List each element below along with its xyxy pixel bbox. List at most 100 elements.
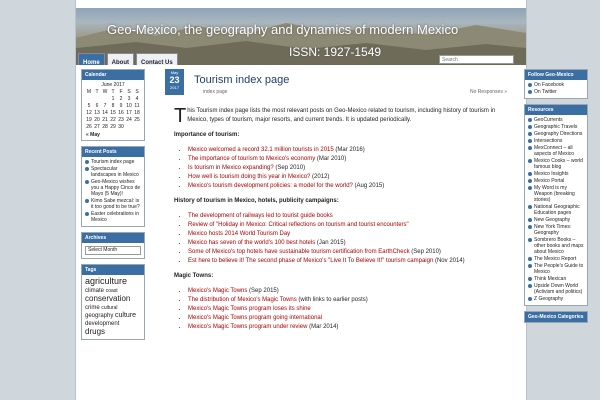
calendar-prev-link[interactable]: « May — [82, 130, 144, 140]
cal-day: 2 — [119, 95, 123, 102]
post-link[interactable]: Mexico's Magic Towns program under revie… — [188, 324, 307, 330]
list-item: Some of Mexico's top hotels have sustain… — [188, 248, 517, 257]
cal-day-header: S — [127, 88, 131, 95]
post-link[interactable]: Est here to believe it! The second phase… — [188, 258, 433, 264]
post-meta[interactable]: index page — [203, 89, 227, 95]
tag-link[interactable]: drugs — [85, 327, 105, 336]
post-link[interactable]: Review of "Holiday in Mexico: Critical r… — [188, 222, 409, 228]
recent-post-link[interactable]: Geo-Mexico wishes you a Happy Cinco de M… — [85, 179, 141, 197]
tag-link[interactable]: crime — [85, 305, 100, 311]
resource-link[interactable]: New Geography — [528, 217, 584, 223]
cal-day: 13 — [94, 109, 100, 116]
post-date-year: 2017 — [170, 85, 179, 90]
link-suffix: (Jan 2015) — [315, 240, 346, 246]
nav-home[interactable]: Home — [78, 53, 105, 65]
tag-link[interactable]: agriculture — [85, 276, 127, 286]
list-item: Mexico hosts 2014 World Tourism Day — [188, 230, 517, 239]
calendar-widget: Calendar June 2017 M T W T F S S 1234 56… — [81, 69, 145, 141]
post-link[interactable]: The development of railways led to touri… — [188, 213, 333, 219]
recent-post-link[interactable]: Kimo Sabe mezcal: is it too good to be t… — [85, 198, 141, 210]
post-link[interactable]: Mexico's Magic Towns program loses its s… — [188, 306, 311, 312]
post-link[interactable]: How well is tourism doing this year in M… — [188, 174, 310, 180]
follow-widget: Follow Geo-Mexico On Facebook On Twitter — [524, 69, 588, 99]
post-link[interactable]: Mexico has seven of the world's 100 best… — [188, 240, 315, 246]
nav-about[interactable]: About — [106, 53, 134, 65]
search-input[interactable] — [439, 55, 514, 64]
calendar-caption: June 2017 — [101, 82, 125, 88]
cal-day — [101, 95, 109, 102]
cal-day — [93, 95, 101, 102]
post-header: May 23 2017 Tourism index page index pag… — [165, 69, 517, 99]
list-item: Mexico welcomed a record 32.1 million to… — [188, 146, 517, 155]
cal-day: 22 — [110, 116, 116, 123]
cal-day: 19 — [86, 116, 92, 123]
post-title[interactable]: Tourism index page — [194, 74, 289, 86]
cal-day-header: W — [102, 88, 108, 95]
recent-post-link[interactable]: Easter celebrations in Mexico — [85, 211, 141, 223]
resource-link[interactable]: Mexico Cooks – world famous blog — [528, 158, 584, 170]
nav-contact[interactable]: Contact Us — [136, 53, 178, 65]
cal-day — [133, 123, 141, 130]
post-link[interactable]: Is tourism in Mexico expanding? — [188, 165, 274, 171]
cal-day — [85, 95, 93, 102]
list-item: Mexico's tourism development policies: a… — [188, 182, 517, 191]
resource-link[interactable]: The People's Guide to Mexico — [528, 263, 584, 275]
post-link[interactable]: Mexico hosts 2014 World Tourism Day — [188, 231, 290, 237]
resource-link[interactable]: Sombrero Books – other books and maps ab… — [528, 237, 584, 255]
categories-heading: Geo-Mexico Categories — [525, 312, 587, 322]
tag-link[interactable]: cultural — [101, 305, 117, 311]
follow-link[interactable]: On Twitter — [528, 89, 584, 95]
section-list: The development of railways led to touri… — [174, 212, 517, 266]
resource-link[interactable]: Geography Directions — [528, 131, 584, 137]
resources-widget: Resources GeoCurrents Geographic Travels… — [524, 104, 588, 306]
post-link[interactable]: Some of Mexico's top hotels have sustain… — [188, 249, 410, 255]
cal-day: 23 — [118, 116, 124, 123]
post-link[interactable]: The distribution of Mexico's Magic Towns — [188, 297, 297, 303]
resource-link[interactable]: GeoCurrents — [528, 117, 584, 123]
archives-select[interactable]: Select Month — [85, 246, 141, 255]
resource-link[interactable]: Geographic Travels — [528, 124, 584, 130]
cal-day: 28 — [102, 123, 108, 130]
section-heading: Importance of tourism: — [174, 132, 240, 138]
section-list: Mexico's Magic Towns (Sep 2015) The dist… — [174, 287, 517, 332]
cal-day: 4 — [135, 95, 139, 102]
tag-link[interactable]: conservation — [85, 294, 130, 303]
post-link[interactable]: Mexico welcomed a record 32.1 million to… — [188, 147, 334, 153]
resource-link[interactable]: Intersections — [528, 138, 584, 144]
post-responses-link[interactable]: No Responses » — [470, 89, 507, 95]
resource-link[interactable]: New York Times: Geography — [528, 224, 584, 236]
cal-day: 18 — [134, 109, 140, 116]
tag-link[interactable]: culture — [115, 312, 136, 319]
post-link[interactable]: Mexico's Magic Towns program going inter… — [188, 315, 322, 321]
resource-link[interactable]: Upside Down World (Activism and politics… — [528, 283, 584, 295]
cal-day: 9 — [119, 102, 123, 109]
recent-post-link[interactable]: Spectacular landscapes in Mexico — [85, 166, 141, 178]
resource-link[interactable]: National Geographic Education pages — [528, 204, 584, 216]
list-item: The importance of tourism to Mexico's ec… — [188, 155, 517, 164]
cal-day: 30 — [118, 123, 124, 130]
resource-link[interactable]: Mexico Portal — [528, 178, 584, 184]
resource-link[interactable]: The Mexico Report — [528, 256, 584, 262]
recent-post-link[interactable]: Tourism index page — [85, 159, 141, 165]
resource-link[interactable]: My Word is my Weapon (breaking stories) — [528, 185, 584, 203]
resource-link[interactable]: Z Geography — [528, 296, 584, 302]
link-suffix: (Sep 2010) — [273, 165, 306, 171]
resources-heading: Resources — [525, 105, 587, 115]
resource-link[interactable]: Think Mexican — [528, 276, 584, 282]
site-title[interactable]: Geo-Mexico, the geography and dynamics o… — [107, 22, 458, 37]
post-link[interactable]: Mexico's Magic Towns — [188, 288, 247, 294]
resource-link[interactable]: MexConnect – all aspects of Mexico — [528, 145, 584, 157]
cal-day-header: S — [135, 88, 139, 95]
post-date-day: 23 — [169, 75, 180, 85]
follow-link[interactable]: On Facebook — [528, 82, 584, 88]
cal-day-header: T — [111, 88, 115, 95]
resource-link[interactable]: Mexico Insights — [528, 171, 584, 177]
list-item: Review of "Holiday in Mexico: Critical r… — [188, 221, 517, 230]
cal-day: 20 — [94, 116, 100, 123]
post-link[interactable]: Mexico's tourism development policies: a… — [188, 183, 353, 189]
list-item: The distribution of Mexico's Magic Towns… — [188, 296, 517, 305]
post-link[interactable]: The importance of tourism to Mexico's ec… — [188, 156, 315, 162]
cal-day: 1 — [111, 95, 115, 102]
tag-link[interactable]: geography — [85, 313, 113, 319]
link-suffix: (Nov 2014) — [433, 258, 465, 264]
